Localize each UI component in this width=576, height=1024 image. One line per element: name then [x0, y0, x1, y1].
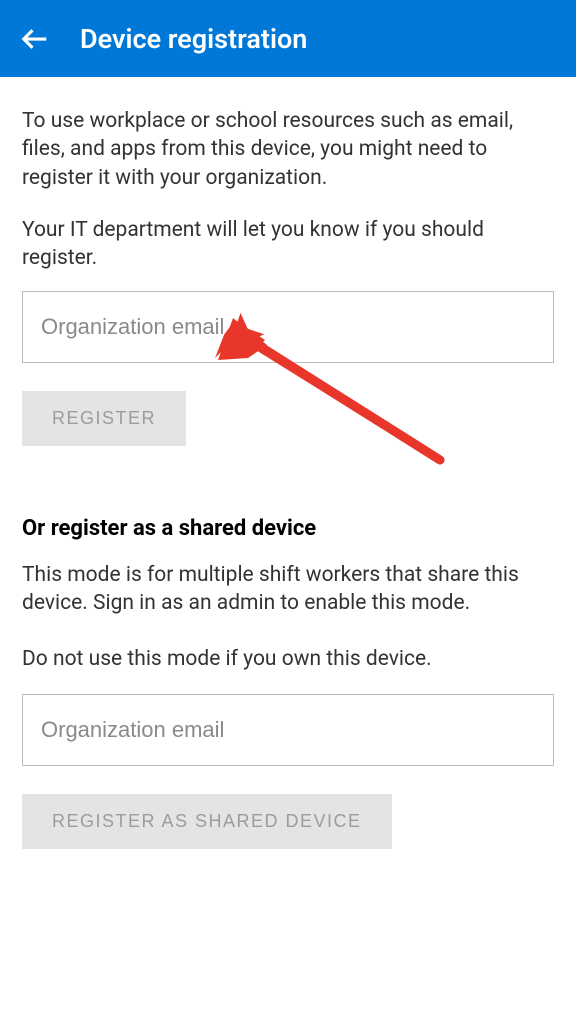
register-shared-device-button[interactable]: REGISTER AS SHARED DEVICE: [22, 794, 392, 849]
page-title: Device registration: [80, 23, 307, 55]
shared-device-description: This mode is for multiple shift workers …: [22, 561, 554, 618]
intro-subtext: Your IT department will let you know if …: [22, 216, 554, 273]
shared-organization-email-input[interactable]: [22, 694, 554, 766]
organization-email-input[interactable]: [22, 291, 554, 363]
back-arrow-icon[interactable]: [20, 24, 50, 54]
intro-text: To use workplace or school resources suc…: [22, 107, 554, 192]
register-button[interactable]: REGISTER: [22, 391, 186, 446]
app-header: Device registration: [0, 0, 576, 77]
shared-device-heading: Or register as a shared device: [22, 516, 554, 541]
main-content: To use workplace or school resources suc…: [0, 77, 576, 849]
shared-device-warning: Do not use this mode if you own this dev…: [22, 645, 554, 673]
